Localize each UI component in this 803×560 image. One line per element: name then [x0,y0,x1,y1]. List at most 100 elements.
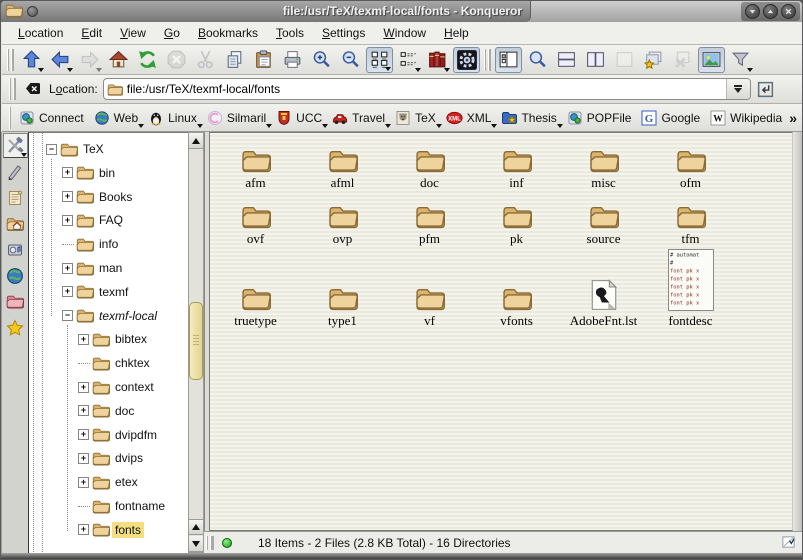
menu-location[interactable]: Location [10,24,71,42]
folder-item-vf[interactable]: vf [386,249,473,329]
tree-item-info[interactable]: info [29,232,121,256]
tree-item-fonts[interactable]: +fonts [29,518,144,542]
view-indicator-icon[interactable] [781,535,796,550]
bookmark-xml[interactable]: XMLXML [443,108,497,128]
sidebar-tab-services[interactable] [3,237,28,262]
folder-item-source[interactable]: source [560,195,647,247]
print-button[interactable] [279,47,306,73]
toolbar-handle[interactable] [7,49,14,71]
tree-expander[interactable]: + [78,429,89,440]
menu-view[interactable]: View [112,24,154,42]
menu-settings[interactable]: Settings [314,24,373,42]
bookmark-connect[interactable]: Connect [16,108,89,128]
tree-expander[interactable]: + [62,167,73,178]
up-button[interactable] [18,47,45,73]
sidebar-tab-pen[interactable] [3,159,28,184]
titlebar[interactable]: file:/usr/TeX/texmf-local/fonts - Konque… [1,1,802,22]
bookmark-travel[interactable]: Travel [329,108,390,128]
tree-item-bin[interactable]: +bin [29,161,118,185]
tree-item-Books[interactable]: +Books [29,185,135,209]
sidebar-tab-history[interactable] [3,185,28,210]
close-view-button[interactable] [669,47,696,73]
tree-expander[interactable]: + [78,382,89,393]
remove-view-button[interactable] [611,47,638,73]
home-button[interactable] [105,47,132,73]
tree-item-TeX[interactable]: −TeX [29,137,107,161]
toolbar-handle[interactable] [484,49,491,71]
folder-item-ovp[interactable]: ovp [299,195,386,247]
menu-edit[interactable]: Edit [73,24,110,42]
tree-item-dvips[interactable]: +dvips [29,446,146,470]
konqueror-gear-button[interactable] [453,47,480,73]
folder-item-pk[interactable]: pk [473,195,560,247]
close-button[interactable] [781,4,796,19]
tree-expander[interactable]: − [46,144,57,155]
tree-expander[interactable]: + [78,477,89,488]
bookmark-popfile[interactable]: POPFile [564,108,637,128]
thumbnails-button[interactable] [698,47,725,73]
location-dropdown-button[interactable] [726,79,750,99]
folder-item-tfm[interactable]: tfm [647,195,734,247]
folder-item-doc[interactable]: doc [386,139,473,191]
tree-expander[interactable]: + [62,215,73,226]
tree-expander[interactable]: + [78,405,89,416]
bookmark-overflow-chevron[interactable]: » [789,110,797,126]
bookmarkbar-handle[interactable] [9,107,11,129]
icon-view[interactable]: afmafmldocinfmiscofm ovfovppfmpksourcetf… [209,132,793,531]
folder-item-misc[interactable]: misc [560,139,647,191]
file-item-fontdesc[interactable]: # automat#font pk xfont pk xfont pk xfon… [647,249,734,329]
tree-item-chktex[interactable]: chktex [29,351,153,375]
menu-help[interactable]: Help [436,24,477,42]
bookmark-google[interactable]: GGoogle [638,108,705,128]
cut-button[interactable] [192,47,219,73]
list-view-button[interactable] [395,47,422,73]
minimize-button[interactable] [745,4,760,19]
location-input[interactable] [123,82,726,96]
maximize-button[interactable] [763,4,778,19]
tree-item-fontname[interactable]: fontname [29,494,168,518]
menu-tools[interactable]: Tools [268,24,312,42]
split-view-vertical-button[interactable] [582,47,609,73]
folder-item-inf[interactable]: inf [473,139,560,191]
bookmark-web[interactable]: Web [91,108,143,128]
zoom-out-button[interactable] [337,47,364,73]
menu-bookmarks[interactable]: Bookmarks [190,24,266,42]
tree-item-texmf[interactable]: +texmf [29,280,131,304]
folder-item-type1[interactable]: type1 [299,249,386,329]
bookmark-ucc[interactable]: UCC [273,108,327,128]
scroll-down-button[interactable] [189,536,203,552]
folder-item-ofm[interactable]: ofm [647,139,734,191]
tree-expander[interactable]: + [78,453,89,464]
bookmark-thesis[interactable]: Thesis [498,108,561,128]
statusbar-grip[interactable] [206,536,214,550]
back-button[interactable] [47,47,74,73]
go-button[interactable] [756,80,775,99]
menu-go[interactable]: Go [156,24,188,42]
folder-item-afm[interactable]: afm [212,139,299,191]
folder-item-ovf[interactable]: ovf [212,195,299,247]
copy-button[interactable] [221,47,248,73]
tree-item-texmf-local[interactable]: −texmf-local [29,304,160,328]
bookmark-wikipedia[interactable]: WWikipedia [707,108,787,128]
find-button[interactable] [524,47,551,73]
duplicate-view-button[interactable] [640,47,667,73]
tree-expander[interactable]: + [78,334,89,345]
folder-item-pfm[interactable]: pfm [386,195,473,247]
tree-expander[interactable]: + [62,191,73,202]
folder-item-afml[interactable]: afml [299,139,386,191]
folder-item-truetype[interactable]: truetype [212,249,299,329]
tree-item-etex[interactable]: +etex [29,470,141,494]
zoom-in-button[interactable] [308,47,335,73]
filter-button[interactable] [727,47,754,73]
scrollbar-thumb[interactable] [189,302,203,380]
bookmark-linux[interactable]: Linux [145,108,202,128]
tree-expander[interactable]: + [78,524,89,535]
forward-button[interactable] [76,47,103,73]
bookmark-silmaril[interactable]: Silmaril [204,108,271,128]
tree-item-context[interactable]: +context [29,375,157,399]
paste-button[interactable] [250,47,277,73]
tree-item-dvipdfm[interactable]: +dvipdfm [29,423,160,447]
tree-expander[interactable]: + [62,286,73,297]
bookshelf-view-button[interactable] [424,47,451,73]
icon-view-button[interactable] [366,47,393,73]
